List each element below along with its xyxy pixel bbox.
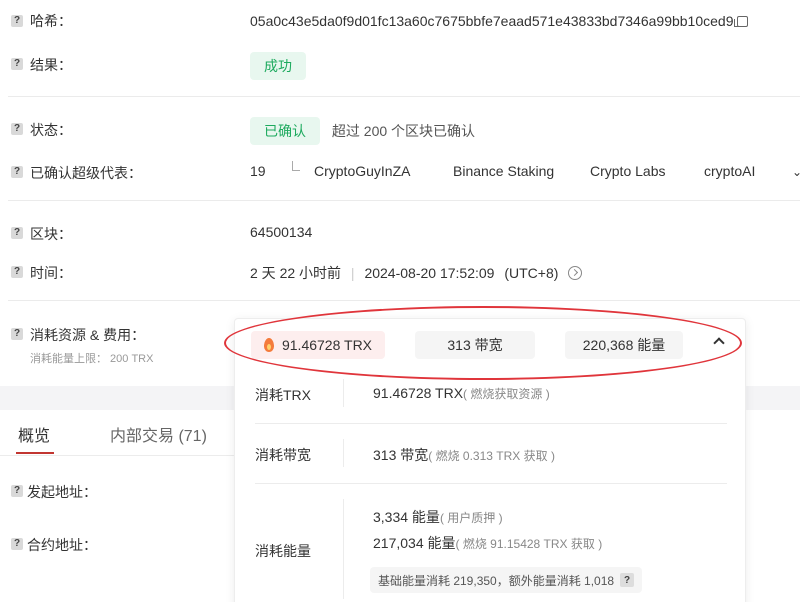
status-badge: 已确认 (250, 117, 320, 145)
consumed-trx-label: 消耗TRX (255, 387, 311, 403)
hash-label: 哈希： (30, 13, 72, 29)
energy-breakdown-text: 基础能量消耗 219,350，额外能量消耗 1,018 (378, 573, 615, 588)
sr-item[interactable]: cryptoAI (704, 163, 755, 179)
tabs-divider (0, 455, 234, 456)
energy-staked-value: 3,334 能量( 用户质押 ) (373, 507, 503, 527)
divider (8, 96, 800, 97)
sr-label: 已确认超级代表： (30, 165, 142, 181)
flame-icon (263, 338, 274, 352)
energy-staked-amount: 3,334 能量 (373, 509, 440, 525)
block-row: ? 区块： 64500134 (0, 223, 800, 243)
consumed-trx-amount: 91.46728 TRX (373, 385, 464, 401)
sr-item[interactable]: Crypto Labs (590, 163, 665, 179)
help-icon[interactable]: ? (11, 328, 23, 340)
sr-item[interactable]: CryptoGuyInZA (314, 163, 410, 179)
resources-label: 消耗资源 & 费用： (30, 327, 146, 343)
consumed-bw-amount: 313 带宽 (373, 447, 429, 463)
time-separator: | (350, 265, 355, 281)
result-row: ? 结果： 成功 (0, 52, 800, 80)
hash-row: ? 哈希： 05a0c43e5da0f9d01fc13a60c7675bbfe7… (0, 11, 800, 31)
help-icon[interactable]: ? (11, 266, 23, 278)
sr-row: ? 已确认超级代表： 19 CryptoGuyInZA Binance Stak… (0, 161, 800, 183)
status-label: 状态： (30, 122, 72, 138)
energy-pill[interactable]: 220,368 能量 (565, 331, 683, 359)
consumed-trx-value: 91.46728 TRX( 燃烧获取资源 ) (373, 385, 550, 402)
sr-list: 19 CryptoGuyInZA Binance Staking Crypto … (250, 161, 800, 183)
result-label: 结果： (30, 57, 72, 73)
active-tab-indicator (16, 452, 54, 454)
trx-total: 91.46728 TRX (281, 337, 373, 353)
timezone-switch-icon[interactable] (568, 266, 583, 280)
block-label: 区块： (30, 226, 72, 242)
status-note: 超过 200 个区块已确认 (331, 123, 476, 139)
divider (255, 483, 727, 484)
divider (343, 499, 344, 599)
help-icon[interactable]: ? (11, 58, 23, 70)
block-value[interactable]: 64500134 (250, 224, 312, 240)
from-label: 发起地址： (27, 484, 97, 500)
divider (8, 300, 800, 301)
resource-card: 91.46728 TRX 313 带宽 220,368 能量 消耗TRX 91.… (234, 318, 746, 602)
help-icon[interactable]: ? (11, 15, 23, 27)
sr-count: 19 (250, 163, 266, 179)
hash-text[interactable]: 05a0c43e5da0f9d01fc13a60c7675bbfe7eaad57… (250, 13, 733, 29)
time-label: 时间： (30, 265, 72, 281)
help-icon[interactable]: ? (620, 573, 635, 587)
divider (255, 423, 727, 424)
time-row: ? 时间： 2 天 22 小时前 | 2024-08-20 17:52:09 (… (0, 262, 800, 282)
time-value: 2 天 22 小时前 | 2024-08-20 17:52:09 (UTC+8) (250, 263, 583, 283)
consumed-trx-note: ( 燃烧获取资源 ) (463, 387, 550, 401)
help-icon[interactable]: ? (11, 166, 23, 178)
bandwidth-pill[interactable]: 313 带宽 (415, 331, 535, 359)
energy-staked-note: ( 用户质押 ) (439, 511, 503, 525)
consumed-bw-label: 消耗带宽 (255, 447, 311, 463)
consumed-bw-note: ( 燃烧 0.313 TRX 获取 ) (428, 449, 555, 463)
copy-icon[interactable] (734, 16, 749, 27)
energy-burned-value: 217,034 能量( 燃烧 91.15428 TRX 获取 ) (373, 533, 602, 553)
tree-elbow-icon (292, 161, 300, 171)
contract-label: 合约地址： (27, 537, 97, 553)
hash-value: 05a0c43e5da0f9d01fc13a60c7675bbfe7eaad57… (250, 13, 749, 29)
energy-burned-amount: 217,034 能量 (373, 535, 456, 551)
time-absolute: 2024-08-20 17:52:09 (364, 265, 495, 281)
trx-pill[interactable]: 91.46728 TRX (251, 331, 385, 359)
help-icon[interactable]: ? (11, 227, 23, 239)
sr-item[interactable]: Binance Staking (453, 163, 554, 179)
energy-burned-note: ( 燃烧 91.15428 TRX 获取 ) (455, 537, 603, 551)
help-icon[interactable]: ? (11, 485, 23, 497)
divider (343, 379, 344, 407)
divider (343, 439, 344, 467)
time-relative: 2 天 22 小时前 (250, 265, 342, 281)
chevron-up-icon[interactable] (713, 337, 725, 349)
bandwidth-total: 313 带宽 (447, 337, 503, 353)
tab-internal-tx[interactable]: 内部交易 (71) (110, 422, 207, 446)
energy-breakdown: 基础能量消耗 219,350，额外能量消耗 1,018 ? (370, 567, 643, 593)
status-row: ? 状态： 已确认 超过 200 个区块已确认 (0, 117, 800, 145)
time-tz: (UTC+8) (504, 265, 559, 281)
result-badge: 成功 (250, 52, 306, 80)
tab-overview[interactable]: 概览 (18, 422, 50, 446)
chevron-down-icon[interactable]: ⌄ (792, 165, 800, 179)
consumed-bw-value: 313 带宽( 燃烧 0.313 TRX 获取 ) (373, 445, 555, 465)
help-icon[interactable]: ? (11, 123, 23, 135)
energy-total: 220,368 能量 (582, 337, 666, 353)
help-icon[interactable]: ? (11, 538, 23, 550)
tab-bar: 概览 内部交易 (71) (0, 410, 234, 456)
divider (8, 200, 800, 201)
energy-limit-note: 消耗能量上限： 200 TRX (30, 353, 154, 365)
consumed-energy-label: 消耗能量 (255, 543, 311, 559)
